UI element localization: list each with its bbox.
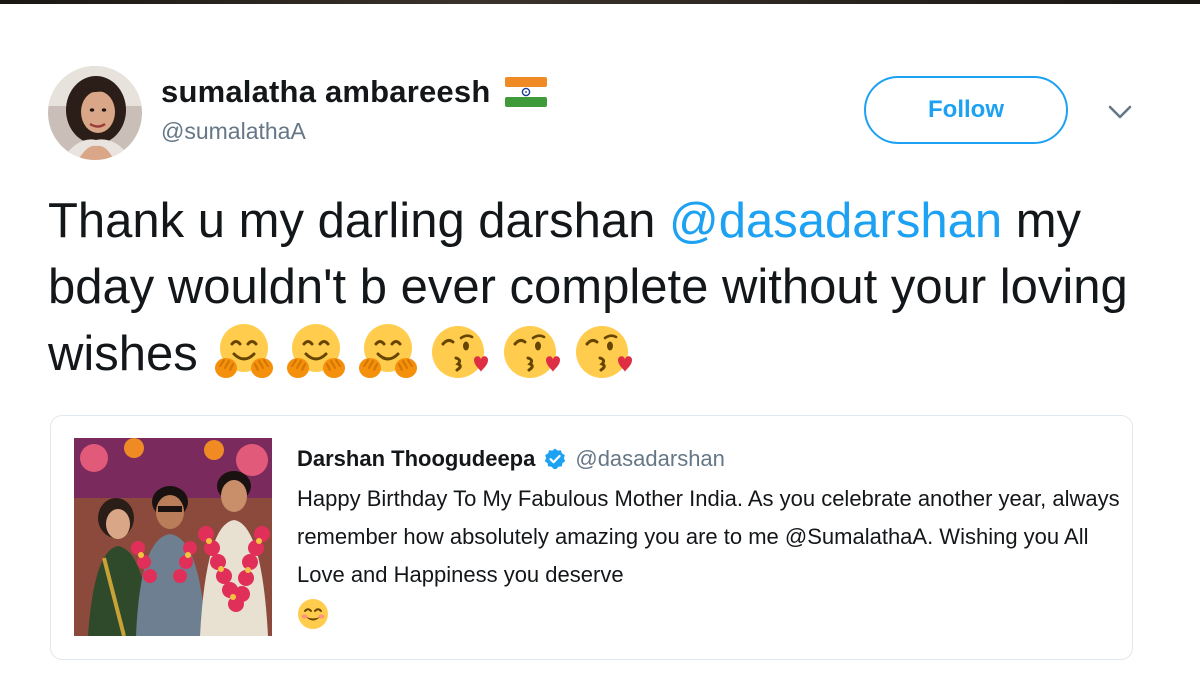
hugging-face-emoji — [286, 324, 345, 378]
hugging-face-emoji — [358, 324, 417, 378]
author-avatar[interactable] — [48, 66, 142, 160]
author-handle[interactable]: @sumalathaA — [161, 118, 306, 145]
chevron-down-icon[interactable] — [1105, 100, 1135, 124]
quoted-author-handle[interactable]: @dasadarshan — [575, 446, 725, 472]
tweet-emoji-row — [212, 320, 636, 384]
tweet-text: Thank u my darling darshan @dasadarshan … — [48, 188, 1168, 387]
avatar-photo — [48, 66, 142, 160]
top-image-strip — [0, 0, 1200, 4]
author-display-name[interactable]: sumalatha ambareesh — [161, 74, 490, 110]
quoted-tweet-header: Darshan Thoogudeepa @dasadarshan — [297, 444, 725, 474]
india-flag-icon — [505, 77, 548, 107]
face-blowing-kiss-emoji — [575, 326, 632, 378]
author-name-row: sumalatha ambareesh — [161, 72, 548, 112]
follow-button[interactable]: Follow — [864, 76, 1068, 144]
quoted-tweet-photo[interactable] — [74, 438, 272, 636]
hugging-face-emoji — [214, 324, 273, 378]
verified-badge-icon — [545, 448, 566, 469]
tweet-text-part1: Thank u my darling darshan — [48, 194, 669, 248]
quoted-tweet-card[interactable]: Darshan Thoogudeepa @dasadarshan Happy B… — [50, 415, 1133, 660]
tweet-mention-link[interactable]: @dasadarshan — [669, 194, 1002, 248]
face-blowing-kiss-emoji — [503, 326, 560, 378]
quoted-tweet-text: Happy Birthday To My Fabulous Mother Ind… — [297, 486, 1120, 587]
smiling-face-emoji — [298, 599, 328, 629]
quoted-photo-image — [74, 438, 272, 636]
quoted-author-name[interactable]: Darshan Thoogudeepa — [297, 446, 535, 472]
face-blowing-kiss-emoji — [431, 326, 488, 378]
quoted-tweet-body: Happy Birthday To My Fabulous Mother Ind… — [297, 480, 1127, 630]
